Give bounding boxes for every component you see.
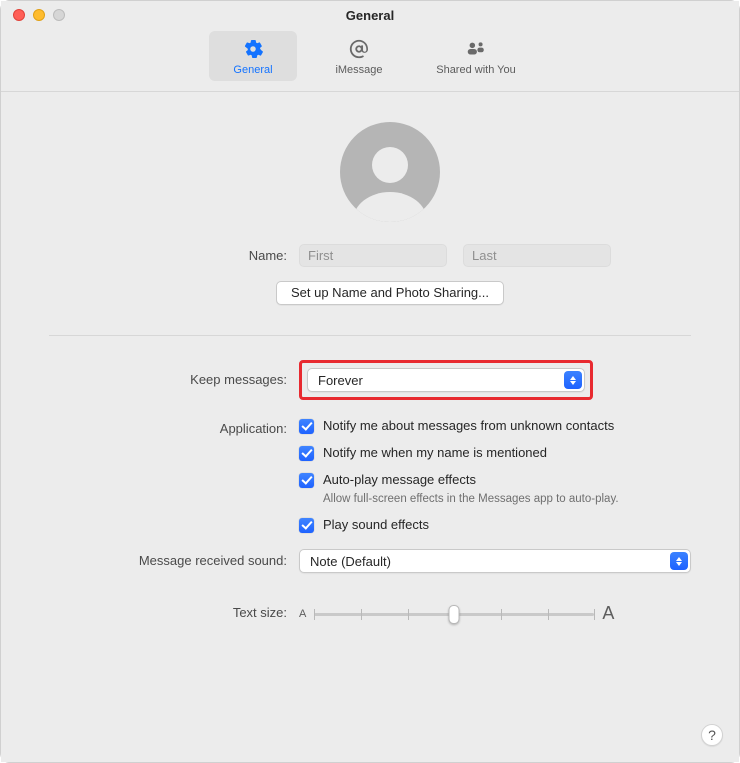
- minimize-window-button[interactable]: [33, 9, 45, 21]
- checkbox-autoplay-effects[interactable]: [299, 473, 314, 488]
- preferences-toolbar: General iMessage Shared with You: [1, 29, 739, 92]
- checkbox-unknown-contacts[interactable]: [299, 419, 314, 434]
- keep-messages-label: Keep messages:: [49, 360, 287, 387]
- checkbox-play-sound-effects[interactable]: [299, 518, 314, 533]
- keep-messages-value: Forever: [318, 373, 363, 388]
- popup-arrows-icon: [564, 371, 582, 389]
- last-name-field[interactable]: Last: [463, 244, 611, 267]
- application-label: Application:: [49, 418, 287, 436]
- received-sound-value: Note (Default): [310, 554, 391, 569]
- close-window-button[interactable]: [13, 9, 25, 21]
- slider-knob[interactable]: [449, 605, 460, 624]
- text-size-min-icon: A: [299, 608, 306, 620]
- checkbox-label: Play sound effects: [323, 517, 429, 532]
- zoom-window-button: [53, 9, 65, 21]
- tab-imessage[interactable]: iMessage: [315, 31, 403, 81]
- help-button[interactable]: ?: [701, 724, 723, 746]
- text-size-label: Text size:: [49, 603, 287, 620]
- text-size-max-icon: A: [602, 603, 614, 624]
- section-divider: [49, 335, 691, 336]
- keep-messages-popup[interactable]: Forever: [307, 368, 585, 392]
- name-label: Name:: [49, 248, 287, 263]
- received-sound-label: Message received sound:: [49, 549, 287, 568]
- received-sound-popup[interactable]: Note (Default): [299, 549, 691, 573]
- checkbox-label: Notify me when my name is mentioned: [323, 445, 547, 460]
- tab-label: iMessage: [335, 64, 382, 76]
- tab-label: General: [233, 64, 272, 76]
- popup-arrows-icon: [670, 552, 688, 570]
- at-sign-icon: [348, 37, 370, 61]
- window-controls: [13, 9, 65, 21]
- profile-avatar[interactable]: [340, 122, 440, 222]
- first-name-field[interactable]: First: [299, 244, 447, 267]
- checkbox-label: Notify me about messages from unknown co…: [323, 418, 614, 433]
- people-icon: [465, 37, 487, 61]
- keep-messages-highlight: Forever: [299, 360, 593, 400]
- checkbox-name-mentioned[interactable]: [299, 446, 314, 461]
- text-size-slider[interactable]: [314, 604, 594, 624]
- gear-icon: [242, 37, 264, 61]
- title-bar: General: [1, 1, 739, 29]
- window-title: General: [346, 8, 394, 23]
- tab-general[interactable]: General: [209, 31, 297, 81]
- checkbox-label: Auto-play message effects: [323, 472, 476, 487]
- tab-shared-with-you[interactable]: Shared with You: [421, 31, 531, 81]
- setup-name-photo-sharing-button[interactable]: Set up Name and Photo Sharing...: [276, 281, 504, 305]
- autoplay-helper-text: Allow full-screen effects in the Message…: [323, 493, 691, 505]
- tab-label: Shared with You: [436, 64, 516, 76]
